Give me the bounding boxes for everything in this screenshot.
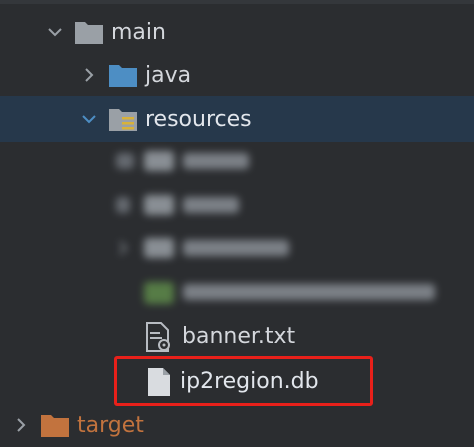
obscured-label: [183, 153, 249, 169]
chevron-down-icon[interactable]: [80, 110, 98, 128]
folder-icon: [75, 22, 103, 44]
obscured-file-icon: [144, 282, 174, 304]
tree-node-obscured[interactable]: [0, 226, 474, 270]
tree-node-label: java: [145, 63, 192, 88]
obscured-chevron: [116, 153, 134, 169]
tree-node-obscured[interactable]: [0, 139, 474, 183]
chevron-right-icon[interactable]: [80, 66, 98, 84]
tree-node-resources[interactable]: resources: [0, 96, 474, 142]
obscured-folder-icon: [144, 151, 174, 171]
chevron-right-icon[interactable]: [12, 416, 30, 434]
tree-node-obscured[interactable]: [0, 270, 474, 314]
obscured-label: [183, 284, 435, 300]
resources-folder-icon: [109, 109, 137, 131]
tree-node-label: main: [111, 20, 166, 45]
obscured-folder-icon: [144, 195, 174, 215]
tree-node-main[interactable]: main: [0, 10, 474, 54]
obscured-folder-icon: [144, 238, 174, 258]
excluded-folder-icon: [41, 415, 69, 437]
tree-node-label: banner.txt: [182, 324, 296, 349]
obscured-chevron: [116, 197, 130, 213]
panel-top-edge: [0, 0, 474, 4]
text-file-icon: [146, 322, 170, 352]
project-tree: main java resources banner.txt ip2region…: [0, 0, 474, 443]
obscured-label: [183, 240, 289, 256]
obscured-label: [183, 197, 239, 213]
tree-node-label: target: [77, 413, 144, 438]
tree-node-target[interactable]: target: [0, 403, 474, 447]
source-folder-icon: [109, 65, 137, 87]
tree-node-obscured[interactable]: [0, 183, 474, 227]
chevron-right-icon[interactable]: [114, 239, 132, 257]
tree-node-banner-txt[interactable]: banner.txt: [0, 314, 474, 358]
tree-node-label: resources: [145, 107, 252, 132]
highlight-box: [114, 356, 373, 406]
chevron-down-icon[interactable]: [46, 23, 64, 41]
tree-node-java[interactable]: java: [0, 53, 474, 97]
